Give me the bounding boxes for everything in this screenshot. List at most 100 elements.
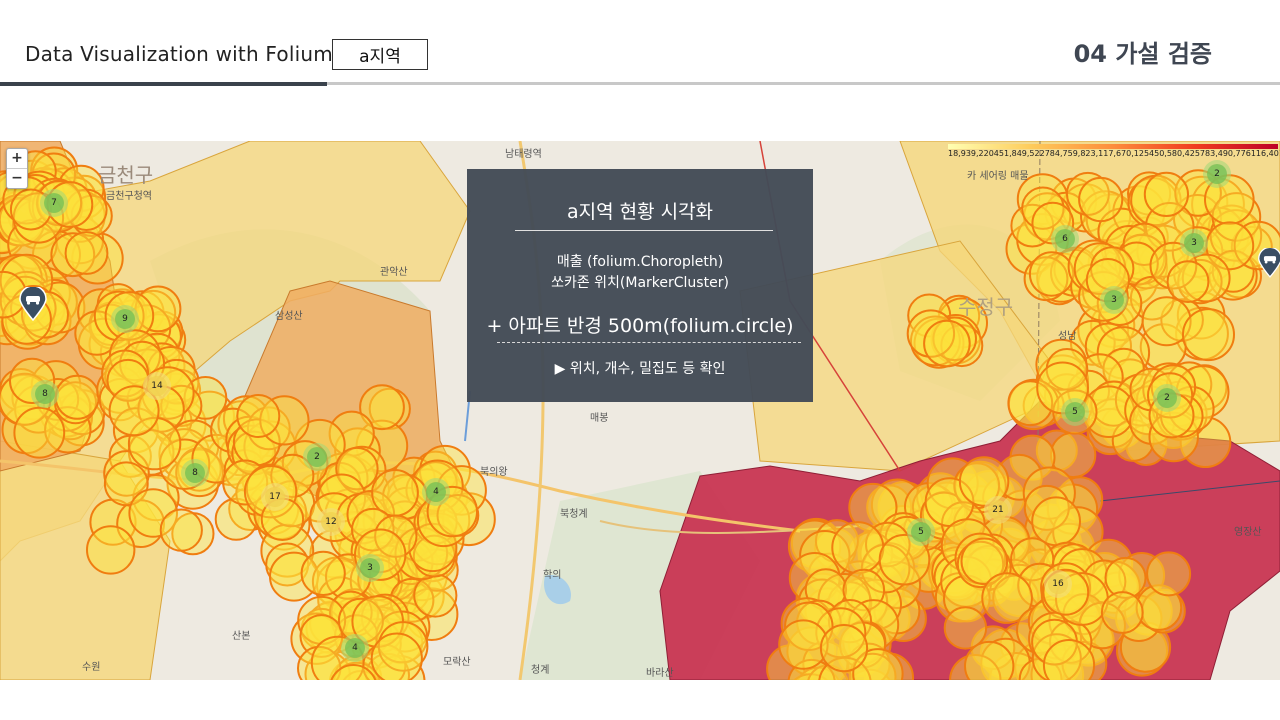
place-label: 금천구청역 (106, 191, 152, 202)
car-marker-icon[interactable] (1257, 248, 1280, 278)
apartment-radius-circle (958, 456, 1010, 507)
apartment-radius-circle (159, 508, 203, 552)
marker-cluster[interactable]: 4 (345, 638, 365, 658)
apartment-radius-circle (1100, 591, 1144, 634)
cluster-count: 3 (1111, 295, 1117, 305)
cluster-count: 4 (433, 487, 439, 497)
place-label: 산본 (232, 631, 251, 642)
apartment-radius-circle (9, 188, 52, 231)
marker-cluster[interactable]: 4 (426, 482, 446, 502)
apartment-radius-circle (413, 573, 458, 618)
place-label: 매봉 (590, 413, 609, 424)
apartment-radius-circle (300, 550, 346, 596)
marker-cluster[interactable]: 8 (35, 384, 55, 404)
marker-cluster[interactable]: 2 (1207, 164, 1227, 184)
marker-cluster[interactable]: 5 (911, 522, 931, 542)
apartment-radius-circle (819, 624, 869, 673)
section-title: 04 가설 검증 (1073, 40, 1212, 68)
car-marker-icon[interactable] (18, 287, 48, 321)
info-overlay: a지역 현황 시각화 매출 (folium.Choropleth) 쏘카존 위치… (467, 169, 813, 402)
marker-cluster[interactable]: 9 (115, 309, 135, 329)
marker-cluster[interactable]: 6 (1055, 229, 1075, 249)
marker-cluster[interactable]: 16 (1048, 574, 1068, 594)
apartment-radius-circle (1028, 251, 1075, 297)
place-label: 성남 (1058, 331, 1077, 342)
place-label: 북의왕 (480, 467, 508, 478)
marker-cluster[interactable]: 3 (360, 558, 380, 578)
marker-cluster[interactable]: 17 (265, 487, 285, 507)
apartment-radius-circle (1166, 260, 1210, 304)
apartment-radius-circle (86, 525, 136, 575)
region-label-box: a지역 (332, 39, 428, 70)
cluster-count: 2 (1214, 169, 1220, 179)
marker-cluster[interactable]: 2 (307, 447, 327, 467)
overlay-line-markercluster: 쏘카존 위치(MarkerCluster) (551, 275, 729, 291)
apartment-radius-circle (13, 406, 66, 459)
cluster-count: 8 (192, 468, 198, 478)
apartment-radius-circle (1146, 551, 1192, 597)
cluster-count: 2 (314, 452, 320, 462)
apartment-radius-circle (878, 533, 931, 586)
zoom-control: + − (6, 148, 28, 189)
apartment-radius-circle (923, 319, 971, 368)
zoom-in-button[interactable]: + (7, 149, 27, 168)
overlay-title: a지역 현황 시각화 (566, 201, 714, 223)
marker-cluster[interactable]: 14 (147, 376, 167, 396)
apartment-radius-circle (370, 632, 423, 680)
place-label: 수원 (82, 662, 101, 673)
cluster-count: 12 (325, 517, 337, 527)
place-label: 청계 (531, 665, 550, 676)
cluster-count: 3 (1191, 238, 1197, 248)
marker-cluster[interactable]: 2 (1157, 388, 1177, 408)
overlay-line-choropleth: 매출 (folium.Choropleth) (556, 254, 724, 270)
overlay-divider (515, 230, 773, 231)
marker-cluster[interactable]: 3 (1104, 290, 1124, 310)
place-label: 카 세어링 매물 (967, 171, 1029, 182)
overlay-dashed-divider (497, 342, 801, 343)
cluster-count: 3 (367, 563, 373, 573)
place-label: 금천구 (98, 163, 154, 187)
cluster-count: 5 (1072, 407, 1078, 417)
zoom-out-button[interactable]: − (7, 168, 27, 188)
cluster-count: 6 (1062, 234, 1068, 244)
place-label: 영장산 (1234, 527, 1262, 538)
apartment-radius-circle (1042, 639, 1096, 680)
cluster-count: 9 (122, 314, 128, 324)
apartment-radius-circle (236, 394, 281, 438)
cluster-count: 14 (151, 381, 163, 391)
marker-cluster[interactable]: 8 (185, 463, 205, 483)
apartment-radius-circle (1182, 308, 1235, 362)
marker-cluster[interactable]: 3 (1184, 233, 1204, 253)
apartment-radius-circle (1143, 171, 1190, 218)
cluster-count: 7 (51, 198, 57, 208)
apartment-radius-circle (54, 374, 100, 420)
cluster-count: 4 (352, 643, 358, 653)
header-divider-accent (0, 82, 327, 86)
cluster-count: 5 (918, 527, 924, 537)
place-label: 남태령역 (505, 149, 542, 160)
cluster-count: 2 (1164, 393, 1170, 403)
header-title: Data Visualization with Folium (25, 42, 333, 66)
cluster-count: 17 (269, 492, 281, 502)
place-label: 모락산 (443, 657, 471, 668)
marker-cluster[interactable]: 5 (1065, 402, 1085, 422)
marker-cluster[interactable]: 21 (988, 500, 1008, 520)
apartment-radius-circle (831, 521, 885, 575)
marker-cluster[interactable]: 12 (321, 512, 341, 532)
legend-values: 18,939,220451,849,522784,759,823,117,670… (948, 149, 1280, 158)
place-label: 삼성산 (275, 311, 303, 322)
apartment-radius-circle (1031, 496, 1081, 547)
place-label: 수정구 (958, 295, 1014, 319)
place-label: 관악산 (380, 267, 408, 278)
place-label: 바라산 (646, 668, 674, 679)
overlay-line-check: ▶ 위치, 개수, 밀집도 등 확인 (554, 361, 726, 377)
overlay-line-circle: + 아파트 반경 500m(folium.circle) (486, 315, 794, 337)
cluster-count: 16 (1052, 579, 1064, 589)
apartment-radius-circle (1078, 176, 1124, 223)
apartment-radius-circle (943, 606, 988, 650)
place-label: 학의 (543, 570, 562, 581)
cluster-count: 8 (42, 389, 48, 399)
cluster-count: 21 (992, 505, 1004, 515)
place-label: 북청계 (560, 509, 588, 520)
marker-cluster[interactable]: 7 (44, 193, 64, 213)
